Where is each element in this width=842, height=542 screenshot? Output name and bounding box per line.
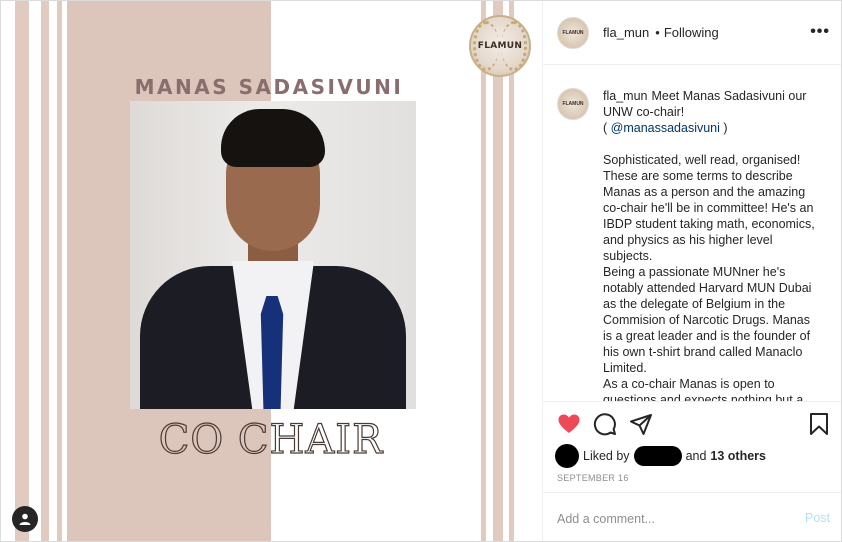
paper-plane-icon[interactable] [629, 412, 653, 436]
caption-text: fla_mun Meet Manas Sadasivuni our UNW co-… [603, 88, 821, 401]
action-icons [557, 412, 831, 438]
laurel-left-icon [473, 21, 499, 71]
post-image[interactable]: FLAMUN MANAS SADASIVUNI CO CHAIR [1, 1, 541, 541]
post-comment-button[interactable]: Post [805, 511, 830, 525]
flamun-logo: FLAMUN [469, 15, 531, 77]
bookmark-icon[interactable] [807, 412, 831, 436]
avatar-text: FLAMUN [562, 101, 584, 107]
stripe [15, 1, 29, 541]
caption-paragraph-1: Sophisticated, well read, organised! The… [603, 153, 815, 263]
post-date[interactable]: SEPTEMBER 16 [557, 473, 629, 483]
stripe [481, 1, 486, 541]
post-header: FLAMUN fla_mun • Following ••• [543, 1, 841, 65]
mention-paren: ( [603, 121, 611, 135]
stripe [57, 1, 62, 541]
person-hair [221, 109, 325, 167]
comment-form: Post [543, 492, 841, 541]
more-options-button[interactable]: ••• [810, 23, 830, 41]
portrait-photo [130, 101, 416, 409]
liker-avatar[interactable] [555, 444, 579, 468]
stripe [41, 1, 49, 541]
likes-summary: Liked by and 13 others [555, 444, 766, 468]
chair-name-heading: MANAS SADASIVUNI [134, 75, 404, 99]
actions-section: Liked by and 13 others SEPTEMBER 16 Post [543, 401, 841, 541]
header-username[interactable]: fla_mun [603, 25, 649, 40]
caption-area[interactable]: FLAMUN fla_mun Meet Manas Sadasivuni our … [543, 66, 841, 401]
caption-avatar[interactable]: FLAMUN [557, 88, 589, 120]
mention-link[interactable]: @manassadasivuni [611, 121, 720, 135]
mention-line: ( @manassadasivuni ) [603, 120, 821, 136]
liked-and-label: and [685, 449, 707, 463]
liked-others-link[interactable]: 13 others [710, 449, 766, 463]
post-modal: FLAMUN MANAS SADASIVUNI CO CHAIR FLAMUN … [0, 0, 842, 542]
caption-username[interactable]: fla_mun [603, 89, 647, 103]
comment-icon[interactable] [593, 412, 617, 436]
caption-row: FLAMUN fla_mun Meet Manas Sadasivuni our … [557, 88, 821, 401]
mention-paren: ) [719, 121, 728, 135]
stripe [493, 1, 503, 541]
caption-paragraph-3: As a co-chair Manas is open to questions… [603, 377, 804, 401]
separator-dot: • [655, 25, 660, 40]
caption-paragraph-2: Being a passionate MUNner he's notably a… [603, 265, 812, 375]
user-icon [19, 513, 31, 525]
comment-input[interactable] [557, 511, 787, 526]
heart-icon[interactable] [557, 412, 581, 436]
liker-name-redacted[interactable] [633, 446, 682, 466]
stripe [509, 1, 514, 541]
tagged-user-icon[interactable] [12, 506, 38, 532]
avatar-text: FLAMUN [562, 29, 584, 36]
role-heading: CO CHAIR [158, 416, 384, 463]
laurel-right-icon [501, 21, 527, 71]
account-avatar[interactable]: FLAMUN [557, 16, 589, 49]
follow-status-button[interactable]: Following [664, 25, 719, 40]
liked-by-label: Liked by [583, 449, 630, 463]
post-sidebar: FLAMUN fla_mun • Following ••• FLAMUN fl… [542, 1, 841, 541]
